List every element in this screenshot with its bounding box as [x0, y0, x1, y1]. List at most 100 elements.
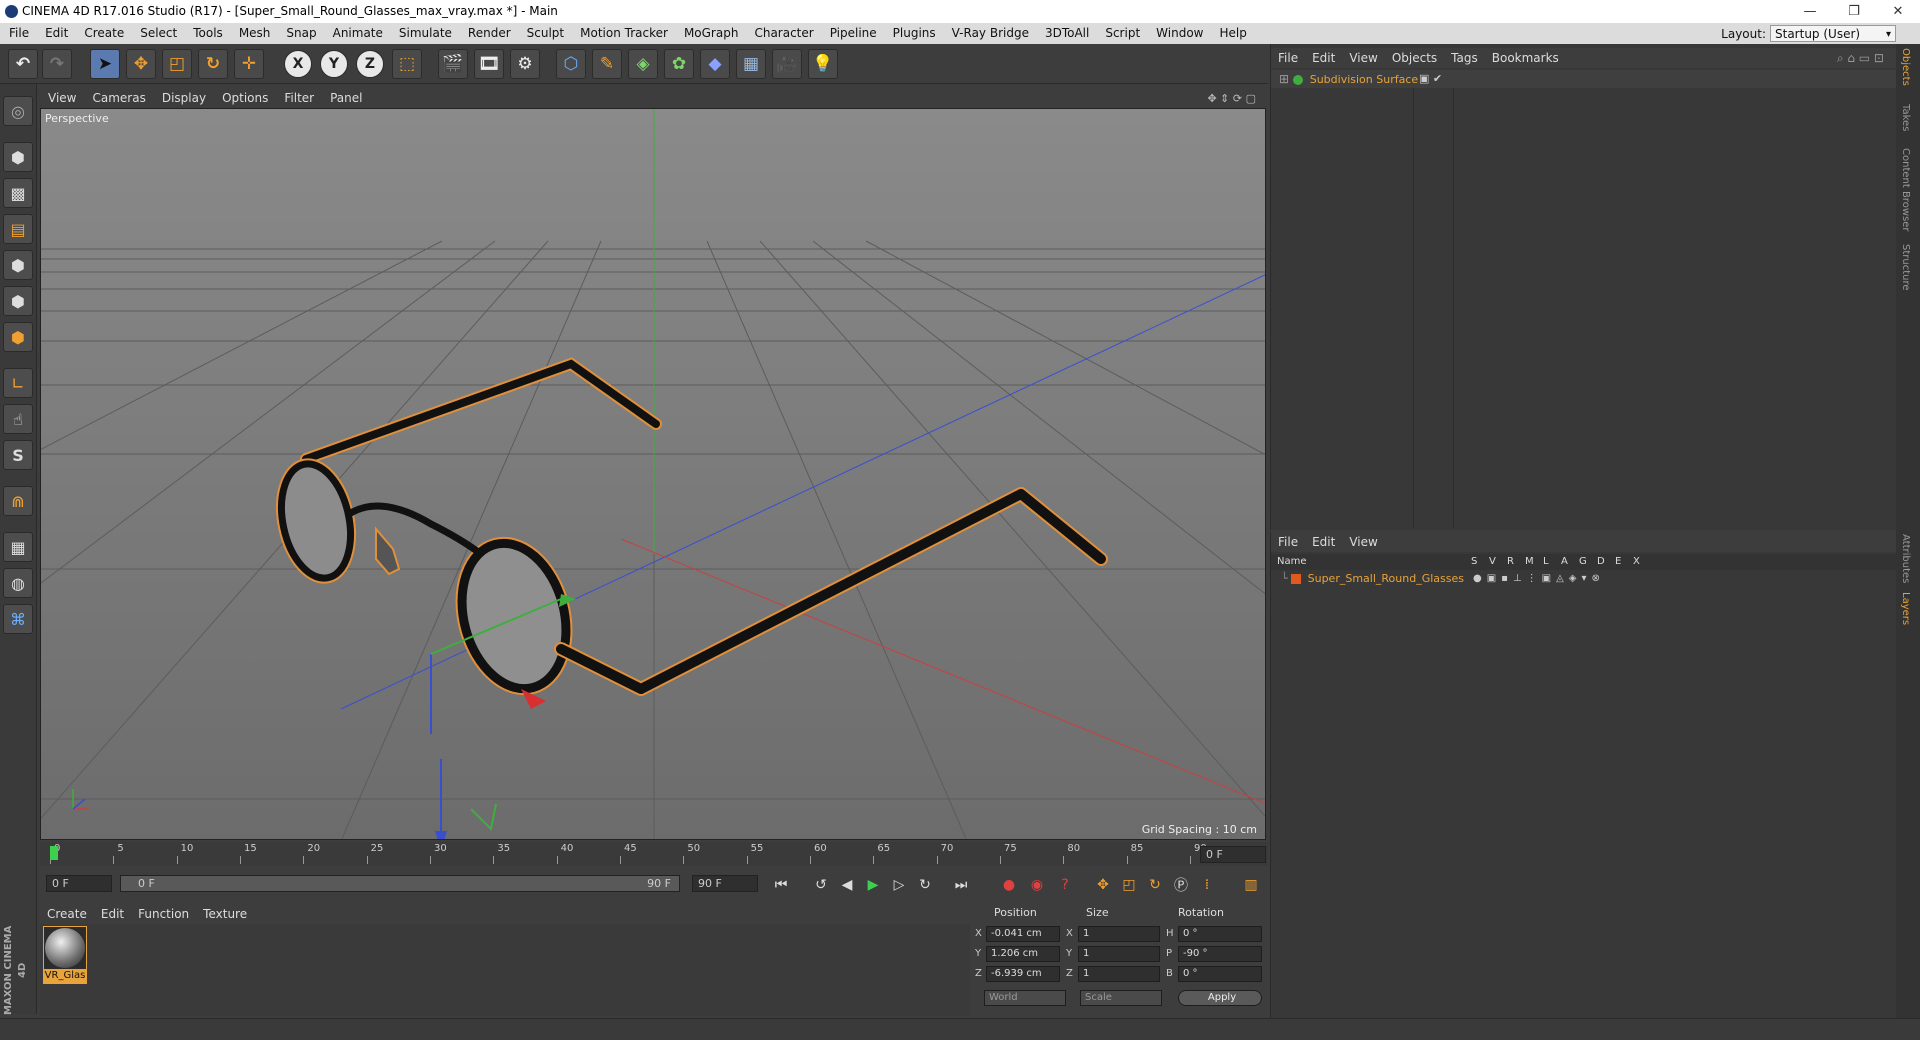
layer-menu-view[interactable]: View [1342, 532, 1384, 552]
coordinate-mode-dropdown[interactable]: Scale [1080, 990, 1162, 1006]
size-x-field[interactable]: 1 [1078, 926, 1160, 942]
menu-render[interactable]: Render [459, 23, 518, 44]
record-keys-icon[interactable]: ● [998, 874, 1020, 896]
timeline-window-icon[interactable]: ▥ [1240, 874, 1262, 896]
menu-window[interactable]: Window [1147, 23, 1210, 44]
timeline-ruler[interactable]: 051015202530354045505560657075808590 0 F [40, 842, 1268, 866]
undo-icon[interactable]: ↶ [8, 49, 38, 79]
polygons-mode-icon[interactable]: ⬢ [3, 322, 33, 352]
select-arrow-icon[interactable]: ➤ [90, 49, 120, 79]
object-row[interactable]: ⊞ Subdivision Surface ▣ ✔ [1271, 70, 1897, 88]
menu-tools[interactable]: Tools [184, 23, 230, 44]
axis-mode-icon[interactable]: ∟ [3, 368, 33, 398]
menu-character[interactable]: Character [745, 23, 820, 44]
layer-column-d[interactable]: D [1597, 554, 1605, 570]
snap-s-icon[interactable]: S [3, 440, 33, 470]
menu-mograph[interactable]: MoGraph [675, 23, 746, 44]
current-frame-field[interactable]: 0 F [1200, 846, 1266, 863]
menu-snap[interactable]: Snap [277, 23, 323, 44]
light-icon[interactable]: 💡 [808, 49, 838, 79]
menu-pipeline[interactable]: Pipeline [821, 23, 884, 44]
live-select-icon[interactable]: ✛ [234, 49, 264, 79]
soft-selection-icon[interactable]: ◍ [3, 568, 33, 598]
close-icon[interactable]: ✕ [1876, 0, 1920, 23]
viewport-menu-cameras[interactable]: Cameras [84, 88, 153, 109]
y-axis-icon[interactable]: Y [320, 50, 348, 78]
perspective-viewport[interactable]: Perspective Grid Spacing : 10 cm [40, 108, 1266, 840]
move-icon[interactable]: ✥ [126, 49, 156, 79]
viewport-nav-icons[interactable]: ✥ ⇕ ⟳ ▢ [1199, 88, 1264, 109]
keyframe-selection-icon[interactable]: ? [1054, 874, 1076, 896]
render-view-icon[interactable]: 🎬 [438, 49, 468, 79]
make-editable-icon[interactable]: ◎ [3, 96, 33, 126]
viewport-menu-panel[interactable]: Panel [322, 88, 370, 109]
viewport-menu-view[interactable]: View [40, 88, 84, 109]
tab-objects[interactable]: Objects [1900, 48, 1911, 86]
cube-object-icon[interactable]: ⬡ [556, 49, 586, 79]
menu-edit[interactable]: Edit [36, 23, 75, 44]
render-picture-viewer-icon[interactable]: 🎞 [474, 49, 504, 79]
obj-menu-bookmarks[interactable]: Bookmarks [1485, 48, 1566, 68]
layer-column-x[interactable]: X [1633, 554, 1640, 570]
layer-menu-edit[interactable]: Edit [1305, 532, 1342, 552]
menu-mesh[interactable]: Mesh [230, 23, 278, 44]
material-menu-texture[interactable]: Texture [196, 904, 254, 924]
workplane-icon[interactable]: ▤ [3, 214, 33, 244]
restore-icon[interactable]: ❐ [1832, 0, 1876, 23]
frame-range-slider[interactable]: 0 F 90 F [120, 875, 680, 892]
menu-3dtoall[interactable]: 3DToAll [1036, 23, 1096, 44]
scale-icon[interactable]: ◰ [162, 49, 192, 79]
layer-column-m[interactable]: M [1525, 554, 1534, 570]
start-frame-field[interactable]: 0 F [46, 875, 112, 892]
size-y-field[interactable]: 1 [1078, 946, 1160, 962]
key-parameter-icon[interactable]: Ⓟ [1170, 874, 1192, 896]
tab-content-browser[interactable]: Content Browser [1900, 148, 1911, 231]
key-scale-icon[interactable]: ◰ [1118, 874, 1140, 896]
layer-column-v[interactable]: V [1489, 554, 1496, 570]
menu-script[interactable]: Script [1096, 23, 1147, 44]
pos-y-field[interactable]: 1.206 cm [986, 946, 1060, 962]
rot-b-field[interactable]: 0 ° [1178, 966, 1262, 982]
layer-column-g[interactable]: G [1579, 554, 1587, 570]
previous-frame-icon[interactable]: ◀ [836, 874, 858, 896]
render-settings-icon[interactable]: ⚙ [510, 49, 540, 79]
object-manager-tools-icons[interactable]: ⌕ ⌂ ▭ ⊡ [1830, 48, 1891, 68]
pos-x-field[interactable]: -0.041 cm [986, 926, 1060, 942]
material-menu-edit[interactable]: Edit [94, 904, 131, 924]
tab-attributes[interactable]: Attributes [1900, 534, 1911, 583]
object-name[interactable]: Subdivision Surface [1310, 73, 1418, 86]
magnet-icon[interactable]: ⋒ [3, 486, 33, 516]
layer-column-name[interactable]: Name [1277, 554, 1307, 570]
coordinate-space-dropdown[interactable]: World [984, 990, 1066, 1006]
layer-toggle-icons[interactable]: ●▣▪⊥⋮▣◬◈▾⊗ [1473, 571, 1605, 587]
layer-row[interactable]: └ Super_Small_Round_Glasses ●▣▪⊥⋮▣◬◈▾⊗ [1271, 571, 1897, 587]
texture-mode-icon[interactable]: ▩ [3, 178, 33, 208]
array-icon[interactable]: ✿ [664, 49, 694, 79]
auto-keying-icon[interactable]: ◉ [1026, 874, 1048, 896]
viewport-menu-options[interactable]: Options [214, 88, 276, 109]
play-icon[interactable]: ▶ [862, 874, 884, 896]
key-rotation-icon[interactable]: ↻ [1144, 874, 1166, 896]
size-z-field[interactable]: 1 [1078, 966, 1160, 982]
points-mode-icon[interactable]: ⬢ [3, 250, 33, 280]
layer-column-l[interactable]: L [1543, 554, 1549, 570]
obj-menu-objects[interactable]: Objects [1385, 48, 1444, 68]
next-key-icon[interactable]: ↻ [914, 874, 936, 896]
key-pla-icon[interactable]: ⁞ [1196, 874, 1218, 896]
go-to-start-icon[interactable]: ⏮ [770, 874, 792, 896]
material-menu-function[interactable]: Function [131, 904, 196, 924]
coordinate-system-icon[interactable]: ⬚ [392, 49, 422, 79]
x-axis-icon[interactable]: X [284, 50, 312, 78]
obj-menu-file[interactable]: File [1271, 48, 1305, 68]
viewport-menu-display[interactable]: Display [154, 88, 214, 109]
pos-z-field[interactable]: -6.939 cm [986, 966, 1060, 982]
end-frame-field[interactable]: 90 F [692, 875, 758, 892]
object-visibility-icons[interactable]: ▣ ✔ [1419, 70, 1442, 88]
model-mode-icon[interactable]: ⬢ [3, 142, 33, 172]
subdivision-icon[interactable]: ◈ [628, 49, 658, 79]
material-menu-create[interactable]: Create [40, 904, 94, 924]
go-to-end-icon[interactable]: ⏭ [950, 874, 972, 896]
menu-help[interactable]: Help [1210, 23, 1253, 44]
layer-column-a[interactable]: A [1561, 554, 1568, 570]
z-axis-icon[interactable]: Z [356, 50, 384, 78]
